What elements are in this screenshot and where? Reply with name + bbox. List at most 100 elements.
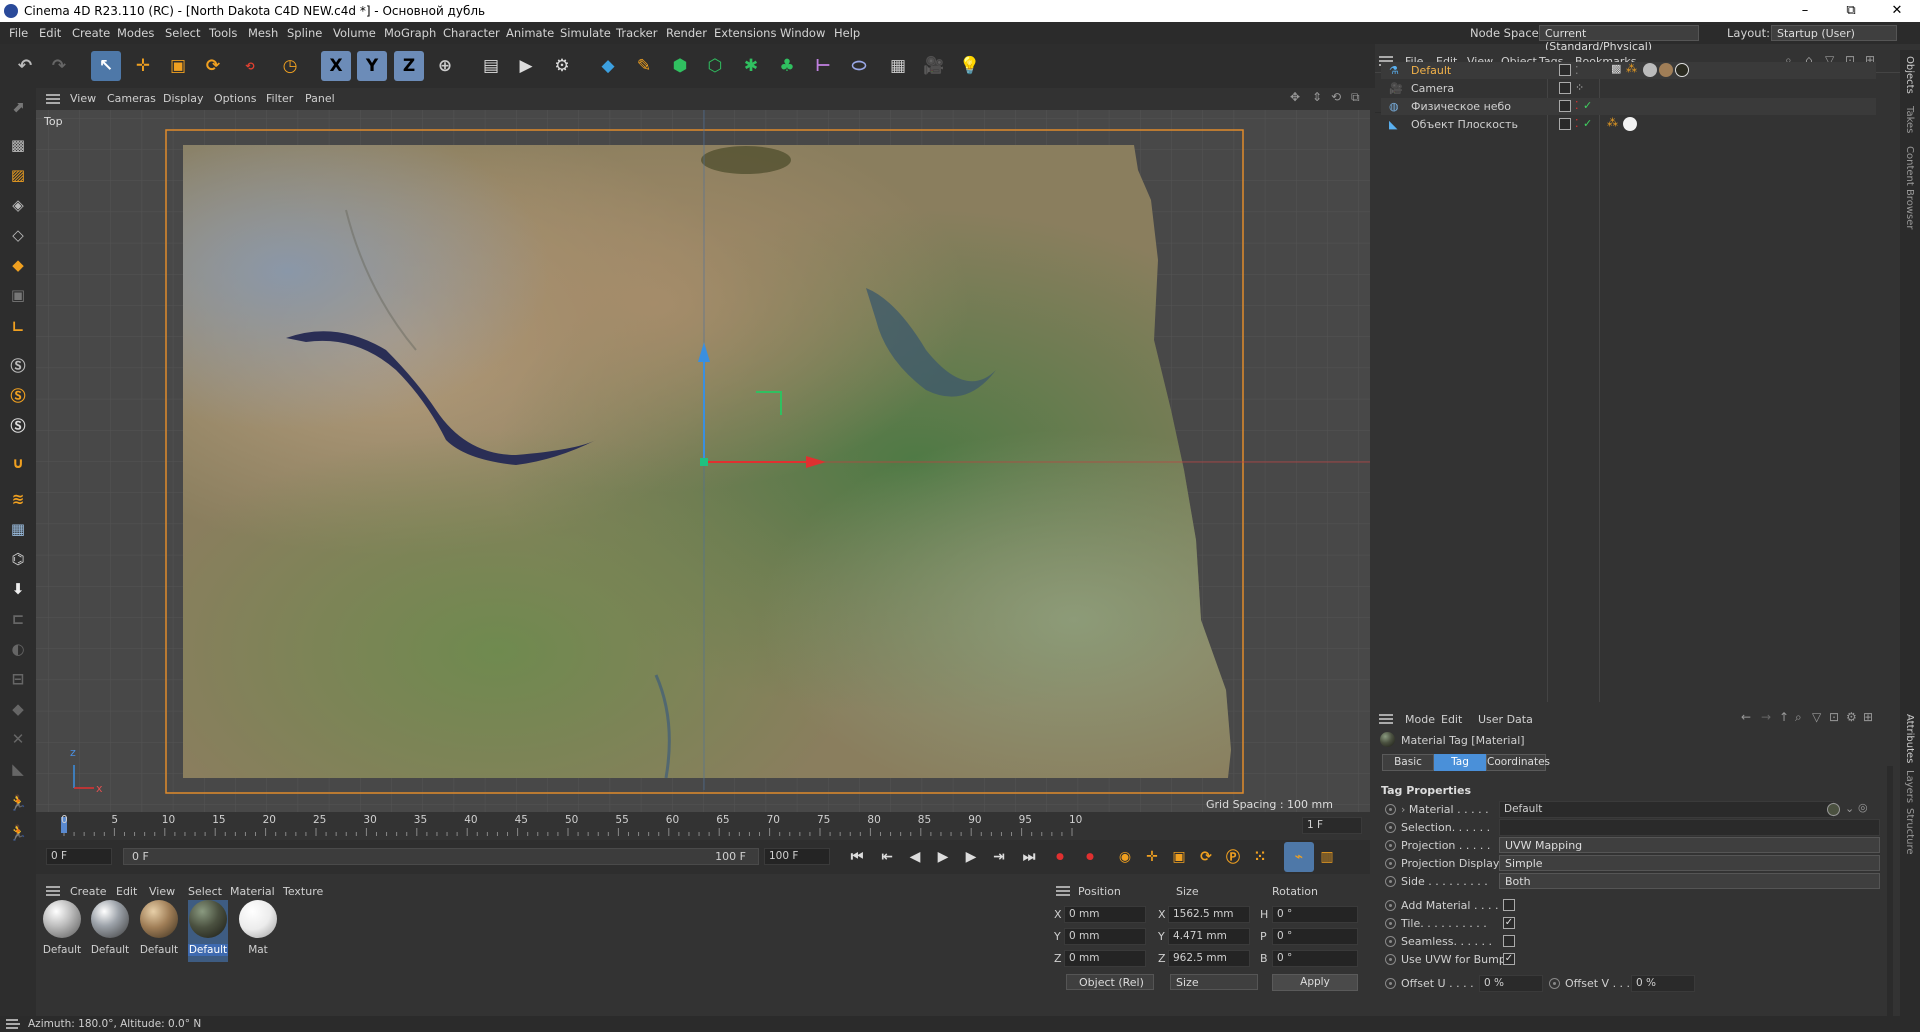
tab-coordinates[interactable]: Coordinates [1486,754,1550,771]
object-row[interactable]: 🎥 Camera ⁘ [1381,80,1876,97]
transform-icon[interactable]: ◷ [275,51,305,81]
side-select[interactable]: Both [1499,873,1880,889]
polygons-mode-icon[interactable]: ◆ [3,250,33,280]
prev-key-icon[interactable]: ⇤ [872,842,902,872]
floor-icon[interactable]: ▦ [883,51,913,81]
workplane-icon[interactable]: ≋ [3,484,33,514]
filter-icon[interactable]: ▽ [1812,710,1821,724]
apply-button[interactable]: Apply [1272,974,1358,991]
search-icon[interactable]: ⌕ [1795,710,1802,725]
tab-content-browser[interactable]: Content Browser [1904,146,1915,229]
animate-radio[interactable] [1385,822,1396,833]
attr-menu-edit[interactable]: Edit [1441,713,1462,726]
coordinate-system-icon[interactable]: ⊕ [430,51,460,81]
viewport-menu-icon[interactable] [46,94,60,104]
locked-workplane-icon[interactable]: ⌬ [3,544,33,574]
menu-window[interactable]: Window [780,26,825,40]
minimize-button[interactable]: – [1782,0,1828,22]
menu-edit[interactable]: Edit [39,26,61,40]
play-icon[interactable]: ▶ [928,842,958,872]
checker-tag-icon[interactable]: ▩ [1611,62,1621,75]
selection-field[interactable] [1499,819,1880,836]
chevron-down-icon[interactable]: ⌄ [1845,802,1854,815]
viewport-menu-cameras[interactable]: Cameras [107,92,156,105]
render-region-icon[interactable]: ▤ [476,51,506,81]
projection-display-select[interactable]: Simple [1499,855,1880,871]
pen-icon[interactable]: ✎ [629,51,659,81]
cloner-icon[interactable]: ✱ [736,51,766,81]
maximize-button[interactable]: ⧉ [1828,0,1874,22]
settings-icon[interactable]: ⚙ [1846,710,1857,724]
back-arrow-icon[interactable]: ← [1741,710,1751,724]
render-settings-icon[interactable]: ⚙ [547,51,577,81]
y-axis-lock-icon[interactable]: Y [357,51,387,81]
constraint-tag-icon[interactable]: ⁂ [1607,116,1618,129]
menu-file[interactable]: File [9,26,28,40]
animate-radio[interactable] [1385,954,1396,965]
viewport-menu-options[interactable]: Options [214,92,256,105]
viewport-rotate-icon[interactable]: ⟲ [1331,90,1341,104]
viewport[interactable]: Top x z Grid Spacing : 100 mm [36,110,1370,812]
tab-takes[interactable]: Takes [1904,106,1915,133]
material-swatch[interactable]: Mat [238,900,278,962]
attr-menu-user-data[interactable]: User Data [1478,713,1533,726]
tab-structure[interactable]: Structure [1904,808,1915,855]
next-key-icon[interactable]: ⇥ [984,842,1014,872]
attr-menu-mode[interactable]: Mode [1405,713,1435,726]
attribute-scrollbar[interactable] [1887,766,1893,1026]
coord-menu-icon[interactable] [1056,886,1070,896]
node-space-select[interactable]: Current (Standard/Physical) [1539,25,1699,53]
coord-mode-select[interactable]: Object (Rel) [1066,974,1154,990]
status-menu-icon[interactable] [6,1019,20,1029]
grid-plane-icon[interactable]: ▦ [3,514,33,544]
axis-mode-icon[interactable]: ∟ [3,312,33,342]
solo-single-icon[interactable]: ◐ [3,634,33,664]
guide-icon[interactable]: ✕ [3,724,33,754]
material-swatch-selected[interactable]: Default [188,900,228,962]
seamless-checkbox[interactable] [1503,935,1515,947]
tab-attributes[interactable]: Attributes [1904,714,1915,763]
visibility-toggle[interactable] [1559,64,1571,76]
x-axis-lock-icon[interactable]: X [321,51,351,81]
material-tag-icon[interactable] [1643,63,1657,77]
position-z-field[interactable]: 0 mm [1064,950,1146,967]
position-y-field[interactable]: 0 mm [1064,928,1146,945]
projection-select[interactable]: UVW Mapping [1499,837,1880,853]
menu-create[interactable]: Create [72,26,110,40]
snap-icon[interactable]: Ⓢ [3,350,33,380]
menu-spline[interactable]: Spline [287,26,322,40]
z-axis-lock-icon[interactable]: Z [394,51,424,81]
size-y-field[interactable]: 4.471 mm [1168,928,1250,945]
constraint-tag-icon[interactable]: ⁂ [1626,62,1637,75]
render-dots-icon[interactable]: ⁚ [1575,99,1579,112]
texture-mode-icon[interactable]: ▨ [3,160,33,190]
expand-chevron-icon[interactable]: › [1401,803,1405,816]
move-tool-icon[interactable]: ✛ [128,51,158,81]
size-z-field[interactable]: 962.5 mm [1168,950,1250,967]
coord-size-mode-select[interactable]: Size [1170,974,1258,990]
model-mode-icon[interactable]: ▩ [3,130,33,160]
new-panel-icon[interactable]: ⊞ [1863,710,1873,724]
autokey-icon[interactable]: ⏺ [1075,842,1105,872]
animate-radio[interactable] [1385,918,1396,929]
viewport-menu-panel[interactable]: Panel [305,92,335,105]
prev-frame-icon[interactable]: ◀ [900,842,930,872]
keyframe-selection-icon[interactable]: ◉ [1110,842,1140,872]
points-mode-icon[interactable]: ◈ [3,190,33,220]
menu-modes[interactable]: Modes [117,26,154,40]
undo-icon[interactable]: ↶ [10,51,40,81]
mat-menu-select[interactable]: Select [188,885,222,898]
menu-tools[interactable]: Tools [209,26,237,40]
record-icon[interactable]: ⏺ [1045,842,1075,872]
mograph-icon[interactable]: ♣ [772,51,802,81]
edges-mode-icon[interactable]: ◇ [3,220,33,250]
lock-icon[interactable]: ⊡ [1829,710,1839,724]
size-x-field[interactable]: 1562.5 mm [1168,906,1250,923]
extrude-icon[interactable]: ⬡ [700,51,730,81]
offset-u-field[interactable]: 0 % [1479,975,1543,992]
key-param-icon[interactable]: Ⓟ [1218,842,1248,872]
close-button[interactable]: ✕ [1874,0,1920,22]
tab-tag[interactable]: Tag [1434,754,1486,771]
tab-basic[interactable]: Basic [1382,754,1434,771]
animate-radio[interactable] [1549,978,1560,989]
